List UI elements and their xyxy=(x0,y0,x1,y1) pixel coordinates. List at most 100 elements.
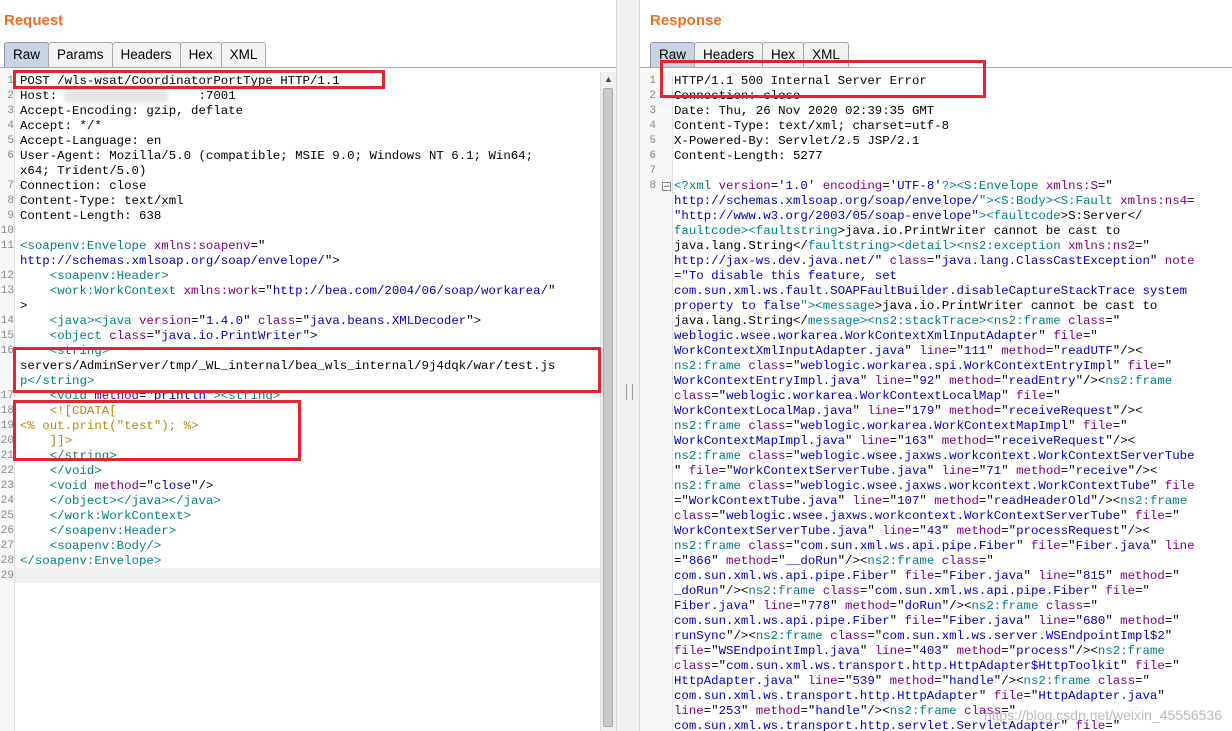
code-line[interactable]: <% out.print("test"); %> xyxy=(20,419,198,434)
code-line[interactable]: ns2:frame class="com.sun.xml.ws.api.pipe… xyxy=(674,539,1195,554)
code-line[interactable]: Connection: close xyxy=(674,89,800,104)
code-line[interactable]: Content-Length: 5277 xyxy=(674,149,823,164)
code-line[interactable]: <![CDATA[ xyxy=(20,404,117,419)
code-line[interactable]: p</string> xyxy=(20,374,94,389)
code-line[interactable]: http://schemas.xmlsoap.org/soap/envelope… xyxy=(674,194,1195,209)
code-line[interactable]: Content-Type: text/xml xyxy=(20,194,184,209)
code-line[interactable]: POST /wls-wsat/CoordinatorPortType HTTP/… xyxy=(20,74,340,89)
code-line[interactable]: ns2:frame class="weblogic.wsee.jaxws.wor… xyxy=(674,449,1195,464)
request-editor[interactable]: 1 POST /wls-wsat/CoordinatorPortType HTTP… xyxy=(0,72,616,731)
code-line[interactable]: </soapenv:Header> xyxy=(20,524,176,539)
code-token: ns2:frame xyxy=(674,359,741,373)
code-line[interactable]: <void method="close"/> xyxy=(20,479,214,494)
code-token: "http://www.w3.org/2003/05/soap-envelope… xyxy=(674,209,979,223)
code-line[interactable]: class="weblogic.workarea.WorkContextLoca… xyxy=(674,389,1061,404)
code-line[interactable]: http://jax-ws.dev.java.net/" class="java… xyxy=(674,254,1195,269)
code-line[interactable]: Content-Length: 638 xyxy=(20,209,161,224)
code-token: =" xyxy=(711,389,727,403)
code-line[interactable]: </string> xyxy=(20,449,117,464)
code-line[interactable]: "http://www.w3.org/2003/05/soap-envelope… xyxy=(674,209,1142,224)
tab-raw[interactable]: Raw xyxy=(4,42,50,67)
code-line[interactable]: servers/AdminServer/tmp/_WL_internal/bea… xyxy=(20,359,555,374)
code-token: ns2:stackTrace xyxy=(874,314,979,328)
code-line[interactable]: Content-Type: text/xml; charset=utf-8 xyxy=(674,119,949,134)
fold-toggle-icon[interactable]: − xyxy=(662,182,671,192)
code-line[interactable]: <soapenv:Body/> xyxy=(20,539,162,554)
code-line[interactable]: class="com.sun.xml.ws.transport.http.Htt… xyxy=(674,659,1180,674)
code-line[interactable]: x64; Trident/5.0) xyxy=(20,164,146,179)
scroll-up-icon[interactable]: ▲ xyxy=(601,72,616,87)
code-line[interactable]: Connection: close xyxy=(20,179,146,194)
request-scrollbar[interactable]: ▲ xyxy=(600,72,616,731)
code-line[interactable]: </void> xyxy=(20,464,102,479)
code-line[interactable]: </work:WorkContext> xyxy=(20,509,191,524)
code-line[interactable]: runSync"/><ns2:frame class="com.sun.xml.… xyxy=(674,629,1172,644)
tab-xml[interactable]: XML xyxy=(803,42,849,67)
code-line[interactable]: <soapenv:Envelope xmlns:soapenv=" xyxy=(20,239,265,254)
code-line[interactable]: HttpAdapter.java" line="539" method="han… xyxy=(674,674,1150,689)
code-line[interactable]: </soapenv:Envelope> xyxy=(20,554,161,569)
code-line[interactable]: ="866" method="__doRun"/><ns2:frame clas… xyxy=(674,554,994,569)
code-line[interactable]: <?xml version='1.0' encoding='UTF-8'?><S… xyxy=(674,179,1113,194)
code-line[interactable]: com.sun.xml.ws.api.pipe.Fiber" file="Fib… xyxy=(674,569,1180,584)
code-line[interactable]: ns2:frame class="weblogic.workarea.spi.W… xyxy=(674,359,1172,374)
code-line[interactable]: > xyxy=(20,299,27,314)
code-token: =" xyxy=(785,449,801,463)
code-line[interactable]: " file="WorkContextServerTube.java" line… xyxy=(674,464,1157,479)
code-line[interactable]: User-Agent: Mozilla/5.0 (compatible; MSI… xyxy=(20,149,533,164)
code-token: >< xyxy=(949,239,965,253)
code-token: line xyxy=(852,434,890,448)
code-line[interactable]: ]]> xyxy=(20,434,72,449)
divider-grip[interactable] xyxy=(626,384,633,400)
code-line[interactable]: http://schemas.xmlsoap.org/soap/envelope… xyxy=(20,254,340,269)
tab-params[interactable]: Params xyxy=(48,42,113,67)
code-line[interactable]: Fiber.java" line="778" method="doRun"/><… xyxy=(674,599,1098,614)
code-line[interactable]: com.sun.xml.ws.fault.SOAPFaultBuilder.di… xyxy=(674,284,1187,299)
tab-hex[interactable]: Hex xyxy=(179,42,222,67)
code-line[interactable]: <string> xyxy=(20,344,110,359)
code-line[interactable]: ="To disable this feature, set xyxy=(674,269,897,284)
code-line[interactable]: faultcode><faultstring>java.io.PrintWrit… xyxy=(674,224,1120,239)
tab-headers[interactable]: Headers xyxy=(111,42,181,67)
tab-xml[interactable]: XML xyxy=(220,42,267,67)
code-line[interactable]: ns2:frame class="weblogic.wsee.jaxws.wor… xyxy=(674,479,1195,494)
code-token: =" xyxy=(986,434,1002,448)
scroll-thumb[interactable] xyxy=(603,88,613,727)
code-line[interactable]: HTTP/1.1 500 Internal Server Error xyxy=(674,74,927,89)
response-editor[interactable]: − 1 HTTP/1.1 500 Internal Server Error 2 Co… xyxy=(640,72,1232,731)
code-line[interactable]: WorkContextEntryImpl.java" line="92" met… xyxy=(674,374,1172,389)
code-token: " xyxy=(986,344,994,358)
code-line[interactable]: com.sun.xml.ws.api.pipe.Fiber" file="Fib… xyxy=(674,614,1180,629)
code-line[interactable]: <void method="println"><string> xyxy=(20,389,281,404)
code-line[interactable]: ="WorkContextTube.java" line="107" metho… xyxy=(674,494,1187,509)
code-line[interactable]: class="weblogic.wsee.jaxws.workcontext.W… xyxy=(674,509,1180,524)
code-line[interactable]: Accept-Encoding: gzip, deflate xyxy=(20,104,243,119)
tab-raw[interactable]: Raw xyxy=(650,42,696,67)
code-line[interactable]: com.sun.xml.ws.transport.http.HttpAdapte… xyxy=(674,689,1165,704)
code-line[interactable]: property to false"><message>java.io.Prin… xyxy=(674,299,1157,314)
code-line[interactable]: <object class="java.io.PrintWriter"> xyxy=(20,329,318,344)
code-line[interactable]: weblogic.wsee.workarea.WorkContextXmlInp… xyxy=(674,329,1098,344)
code-line[interactable]: java.lang.String</faultstring><detail><n… xyxy=(674,239,1150,254)
code-line[interactable]: <soapenv:Header> xyxy=(20,269,169,284)
code-line[interactable]: _doRun"/><ns2:frame class="com.sun.xml.w… xyxy=(674,584,1150,599)
code-line[interactable]: WorkContextXmlInputAdapter.java" line="1… xyxy=(674,344,1143,359)
code-line[interactable]: <java><java version="1.4.0" class="java.… xyxy=(20,314,481,329)
code-line[interactable]: Accept-Language: en xyxy=(20,134,161,149)
code-line[interactable]: line="253" method="handle"/><ns2:frame c… xyxy=(674,704,1016,719)
code-line[interactable]: X-Powered-By: Servlet/2.5 JSP/2.1 xyxy=(674,134,919,149)
code-line[interactable]: Date: Thu, 26 Nov 2020 02:39:35 GMT xyxy=(674,104,934,119)
code-line[interactable]: </object></java></java> xyxy=(20,494,221,509)
code-line[interactable]: java.lang.String</message><ns2:stackTrac… xyxy=(674,314,1120,329)
code-line[interactable]: WorkContextLocalMap.java" line="179" met… xyxy=(674,404,1143,419)
code-line[interactable]: WorkContextServerTube.java" line="43" me… xyxy=(674,524,1150,539)
tab-hex[interactable]: Hex xyxy=(762,42,805,67)
split-divider[interactable] xyxy=(616,0,640,731)
code-token: " xyxy=(1001,464,1009,478)
code-line[interactable]: file="WSEndpointImpl.java" line="403" me… xyxy=(674,644,1165,659)
code-line[interactable]: <work:WorkContext xmlns:work="http://bea… xyxy=(20,284,556,299)
tab-headers[interactable]: Headers xyxy=(694,42,764,67)
code-line[interactable]: WorkContextMapImpl.java" line="163" meth… xyxy=(674,434,1135,449)
code-line[interactable]: Accept: */* xyxy=(20,119,102,134)
code-line[interactable]: ns2:frame class="weblogic.workarea.WorkC… xyxy=(674,419,1128,434)
